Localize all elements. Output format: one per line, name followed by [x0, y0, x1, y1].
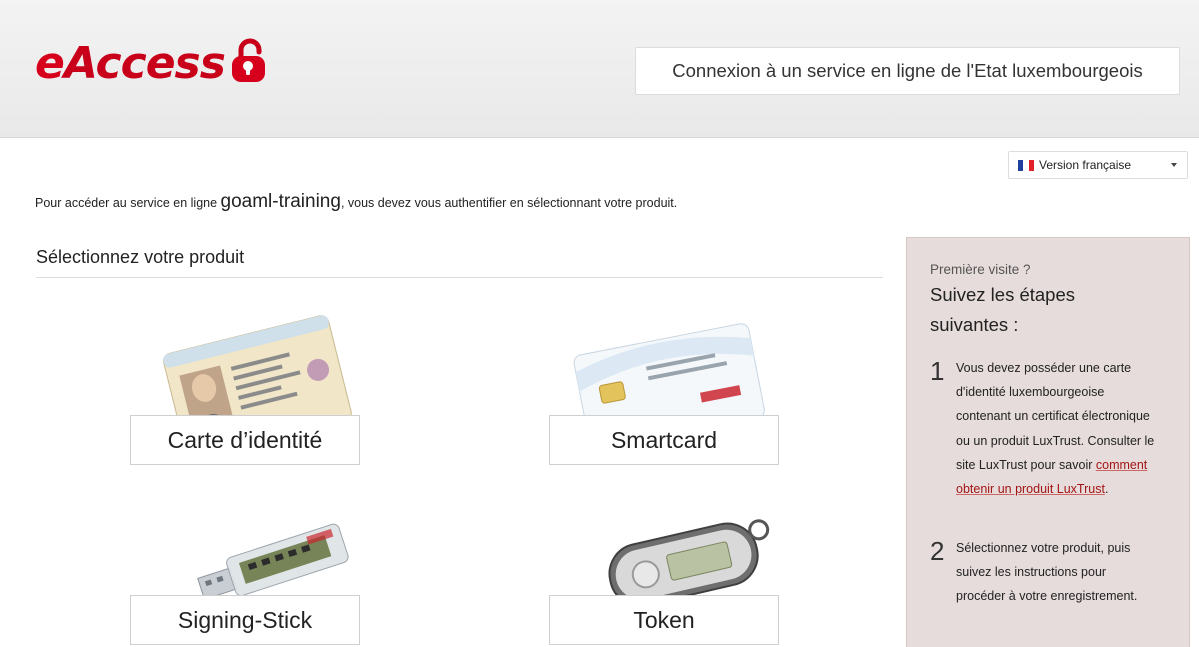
token-image [608, 519, 770, 600]
step-text: Vous devez posséder une carte d'identité… [956, 361, 1155, 497]
step-number: 1 [930, 356, 945, 386]
language-select[interactable]: Version française [1008, 151, 1188, 179]
header-bar: eAccess Connexion à un service en ligne … [0, 0, 1199, 138]
language-select-label: Version française [1039, 158, 1132, 172]
first-visit-sidebar: Première visite ? Suivez les étapes suiv… [906, 237, 1190, 647]
id-card-image [163, 315, 352, 420]
product-label: Signing-Stick [177, 606, 313, 633]
product-signing-stick-button[interactable]: Signing-Stick [130, 595, 360, 645]
smartcard-image [573, 323, 765, 420]
step-number: 2 [930, 536, 945, 566]
service-name: goaml-training [220, 191, 341, 212]
step-text: Sélectionnez votre produit, puis suivez … [956, 541, 1138, 604]
logo-text: eAccess [35, 38, 226, 89]
product-token-button[interactable]: Token [549, 595, 779, 645]
first-visit-label: Première visite ? [930, 262, 1031, 277]
product-id-card-button[interactable]: Carte d’identité [130, 415, 360, 465]
header-tagline: Connexion à un service en ligne de l'Eta… [635, 47, 1180, 95]
usb-stick-image [197, 523, 349, 595]
intro-text: Pour accéder au service en ligne goaml-t… [35, 191, 678, 212]
chevron-down-icon [1171, 163, 1177, 167]
french-flag-icon [1018, 159, 1034, 171]
product-label: Smartcard [610, 426, 718, 453]
section-title: Sélectionnez votre produit [36, 247, 883, 278]
padlock-icon [231, 38, 265, 82]
product-label: Token [633, 606, 695, 633]
product-label: Carte d’identité [167, 426, 323, 453]
product-smartcard-button[interactable]: Smartcard [549, 415, 779, 465]
eaccess-logo[interactable]: eAccess [35, 34, 269, 94]
steps-heading: Suivez les étapes suivantes : [930, 284, 1076, 335]
